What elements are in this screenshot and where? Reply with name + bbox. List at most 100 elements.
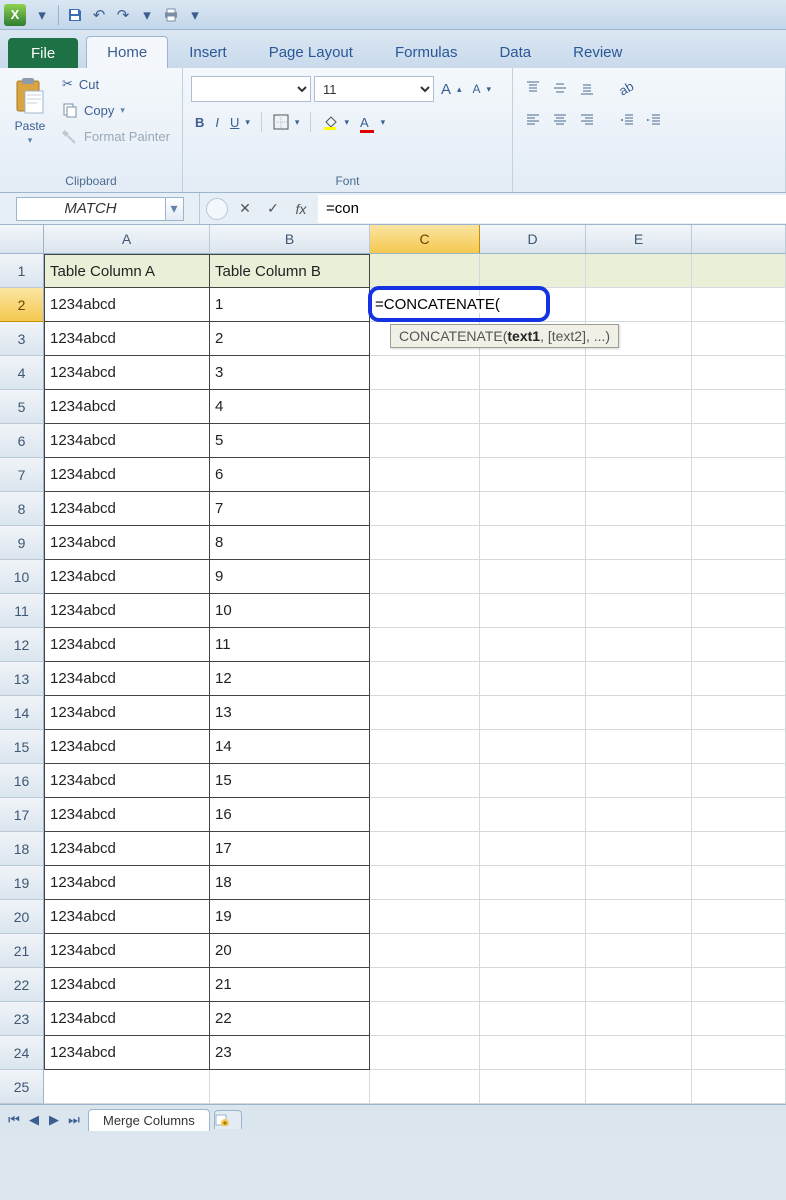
sheet-nav-last[interactable]: ⏭ bbox=[64, 1110, 84, 1130]
cell[interactable] bbox=[586, 288, 692, 322]
cell[interactable] bbox=[370, 696, 480, 730]
row-header[interactable]: 4 bbox=[0, 356, 44, 390]
col-header-B[interactable]: B bbox=[210, 225, 370, 253]
align-top-button[interactable] bbox=[521, 76, 545, 100]
cell[interactable] bbox=[692, 900, 786, 934]
cell[interactable] bbox=[370, 628, 480, 662]
paste-button[interactable]: Paste ▾ bbox=[8, 72, 52, 151]
cell[interactable] bbox=[480, 424, 586, 458]
row-header[interactable]: 20 bbox=[0, 900, 44, 934]
cell[interactable]: 22 bbox=[210, 1002, 370, 1036]
cell[interactable] bbox=[692, 662, 786, 696]
cell[interactable]: 4 bbox=[210, 390, 370, 424]
cell[interactable]: 10 bbox=[210, 594, 370, 628]
cell[interactable] bbox=[586, 492, 692, 526]
row-header[interactable]: 14 bbox=[0, 696, 44, 730]
cell[interactable] bbox=[586, 424, 692, 458]
cell[interactable] bbox=[586, 866, 692, 900]
col-header-A[interactable]: A bbox=[44, 225, 210, 253]
cell[interactable] bbox=[586, 900, 692, 934]
cell[interactable] bbox=[370, 900, 480, 934]
cell[interactable]: 1234abcd bbox=[44, 764, 210, 798]
cell[interactable] bbox=[692, 764, 786, 798]
cell[interactable]: 1234abcd bbox=[44, 288, 210, 322]
cell[interactable] bbox=[692, 798, 786, 832]
save-icon[interactable] bbox=[63, 4, 87, 26]
cell[interactable] bbox=[692, 832, 786, 866]
align-bottom-button[interactable] bbox=[575, 76, 599, 100]
cell[interactable]: 20 bbox=[210, 934, 370, 968]
grow-font-button[interactable]: A▴ bbox=[437, 77, 466, 101]
row-header[interactable]: 1 bbox=[0, 254, 44, 288]
shrink-font-button[interactable]: A▾ bbox=[469, 77, 496, 101]
cell[interactable] bbox=[692, 424, 786, 458]
cell[interactable]: 1234abcd bbox=[44, 1036, 210, 1070]
cell[interactable]: 2 bbox=[210, 322, 370, 356]
name-box-dropdown[interactable]: ▾ bbox=[166, 197, 184, 221]
cell[interactable] bbox=[480, 662, 586, 696]
cell[interactable] bbox=[370, 934, 480, 968]
cell[interactable] bbox=[370, 356, 480, 390]
cell[interactable] bbox=[586, 526, 692, 560]
cell[interactable] bbox=[44, 1070, 210, 1104]
cell[interactable] bbox=[370, 390, 480, 424]
cell[interactable] bbox=[370, 662, 480, 696]
insert-function-button[interactable]: fx bbox=[290, 198, 312, 220]
cell[interactable] bbox=[692, 968, 786, 1002]
cell[interactable]: 1234abcd bbox=[44, 798, 210, 832]
cell-editing-text[interactable]: =CONCATENATE( bbox=[375, 296, 502, 313]
cell[interactable]: 1234abcd bbox=[44, 968, 210, 1002]
cell[interactable]: 14 bbox=[210, 730, 370, 764]
cell[interactable] bbox=[370, 526, 480, 560]
cell[interactable]: 21 bbox=[210, 968, 370, 1002]
cell[interactable] bbox=[586, 798, 692, 832]
cell[interactable]: 1234abcd bbox=[44, 458, 210, 492]
cell[interactable] bbox=[586, 254, 692, 288]
cell[interactable] bbox=[480, 832, 586, 866]
cell[interactable] bbox=[586, 594, 692, 628]
format-painter-button[interactable]: Format Painter bbox=[58, 124, 174, 148]
cell[interactable] bbox=[692, 628, 786, 662]
cell[interactable]: 19 bbox=[210, 900, 370, 934]
qat-more-dropdown[interactable]: ▾ bbox=[183, 4, 207, 26]
cell[interactable] bbox=[480, 1070, 586, 1104]
tab-home[interactable]: Home bbox=[86, 36, 168, 68]
sheet-nav-prev[interactable]: ◀ bbox=[24, 1110, 44, 1130]
cell[interactable] bbox=[586, 560, 692, 594]
qat-dropdown[interactable]: ▾ bbox=[30, 4, 54, 26]
cell[interactable] bbox=[586, 696, 692, 730]
cell[interactable]: 1234abcd bbox=[44, 1002, 210, 1036]
enter-formula-button[interactable]: ✓ bbox=[262, 198, 284, 220]
cell[interactable]: 6 bbox=[210, 458, 370, 492]
cell[interactable]: 5 bbox=[210, 424, 370, 458]
cell[interactable] bbox=[480, 934, 586, 968]
cancel-formula-button[interactable]: ✕ bbox=[234, 198, 256, 220]
cell[interactable]: Table Column B bbox=[210, 254, 370, 288]
cell[interactable] bbox=[370, 1002, 480, 1036]
redo-icon[interactable]: ↷ bbox=[111, 4, 135, 26]
cell[interactable]: 12 bbox=[210, 662, 370, 696]
cell[interactable]: 9 bbox=[210, 560, 370, 594]
row-header[interactable]: 15 bbox=[0, 730, 44, 764]
row-header[interactable]: 13 bbox=[0, 662, 44, 696]
name-box[interactable] bbox=[16, 197, 166, 221]
cell[interactable] bbox=[586, 1036, 692, 1070]
cell[interactable] bbox=[480, 968, 586, 1002]
cell[interactable] bbox=[480, 526, 586, 560]
cell[interactable] bbox=[370, 560, 480, 594]
print-preview-icon[interactable] bbox=[159, 4, 183, 26]
row-header[interactable]: 10 bbox=[0, 560, 44, 594]
cell[interactable] bbox=[370, 730, 480, 764]
tab-formulas[interactable]: Formulas bbox=[374, 36, 479, 68]
row-header[interactable]: 5 bbox=[0, 390, 44, 424]
cell[interactable] bbox=[480, 356, 586, 390]
cell[interactable] bbox=[586, 458, 692, 492]
cell[interactable] bbox=[692, 866, 786, 900]
cell[interactable]: 1234abcd bbox=[44, 832, 210, 866]
font-size-select[interactable]: 11 bbox=[314, 76, 434, 102]
col-header-F[interactable] bbox=[692, 225, 786, 253]
cell[interactable] bbox=[586, 356, 692, 390]
borders-button[interactable]: ▾ bbox=[269, 110, 304, 134]
cell[interactable]: 18 bbox=[210, 866, 370, 900]
cell[interactable]: 1 bbox=[210, 288, 370, 322]
